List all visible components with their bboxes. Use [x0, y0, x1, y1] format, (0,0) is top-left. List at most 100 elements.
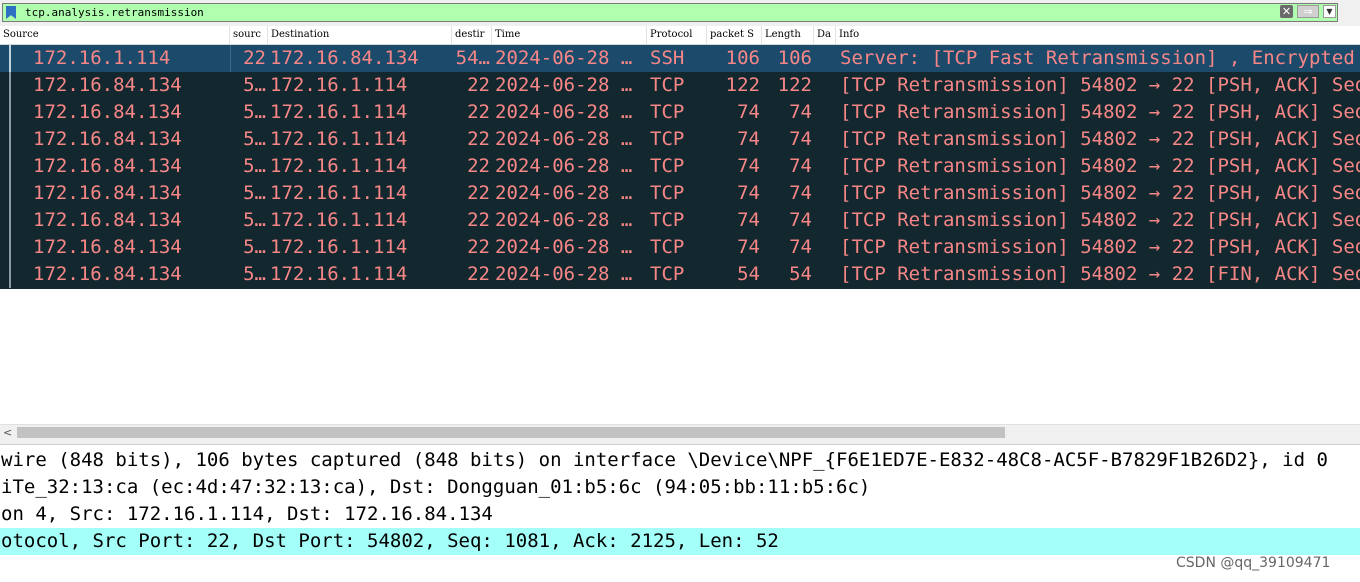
cell-source-port: 5…	[243, 263, 266, 285]
cell-destination-port: 22	[467, 74, 490, 96]
cell-length: 74	[789, 155, 812, 177]
packet-row[interactable]: 172.16.84.134 5… 172.16.1.114 22 2024-06…	[0, 153, 1360, 180]
cell-length: 74	[789, 182, 812, 204]
cell-source-port: 5…	[243, 236, 266, 258]
cell-destination-port: 22	[467, 101, 490, 123]
row-marker	[9, 234, 11, 261]
bookmark-icon[interactable]	[6, 6, 16, 19]
detail-ethernet[interactable]: iTe_32:13:ca (ec:4d:47:32:13:ca), Dst: D…	[0, 474, 1360, 501]
cell-destination: 172.16.1.114	[270, 263, 408, 285]
cell-protocol: TCP	[650, 182, 685, 204]
cell-destination-port: 22	[467, 236, 490, 258]
cell-destination: 172.16.1.114	[270, 236, 408, 258]
clear-filter-button[interactable]: ✕	[1280, 5, 1293, 18]
cell-info: [TCP Retransmission] 54802 → 22 [PSH, AC…	[840, 236, 1360, 258]
cell-length: 74	[789, 236, 812, 258]
cell-time: 2024-06-28 …	[495, 263, 633, 285]
cell-protocol: TCP	[650, 209, 685, 231]
cell-length: 54	[789, 263, 812, 285]
row-marker	[9, 126, 11, 153]
cell-packet-size: 74	[737, 209, 760, 231]
row-marker	[9, 207, 11, 234]
column-destination-port[interactable]: destir	[452, 26, 492, 44]
packet-row[interactable]: 172.16.1.114 22 172.16.84.134 54… 2024-0…	[0, 45, 1360, 72]
cell-source-port: 5…	[243, 155, 266, 177]
cell-destination: 172.16.1.114	[270, 155, 408, 177]
packet-list: 172.16.1.114 22 172.16.84.134 54… 2024-0…	[0, 45, 1360, 289]
detail-tcp[interactable]: otocol, Src Port: 22, Dst Port: 54802, S…	[0, 528, 1360, 555]
packet-row[interactable]: 172.16.84.134 5… 172.16.1.114 22 2024-06…	[0, 234, 1360, 261]
cell-time: 2024-06-28 …	[495, 74, 633, 96]
cell-source: 172.16.84.134	[33, 263, 182, 285]
cell-protocol: TCP	[650, 236, 685, 258]
detail-ip[interactable]: on 4, Src: 172.16.1.114, Dst: 172.16.84.…	[0, 501, 1360, 528]
cell-length: 74	[789, 128, 812, 150]
display-filter-toolbar: tcp.analysis.retransmission ✕ ⇒ ▼	[0, 0, 1360, 26]
cell-protocol: TCP	[650, 155, 685, 177]
cell-info: [TCP Retransmission] 54802 → 22 [PSH, AC…	[840, 209, 1360, 231]
row-marker	[9, 45, 11, 72]
row-marker	[9, 99, 11, 126]
row-marker	[9, 72, 11, 99]
packet-row[interactable]: 172.16.84.134 5… 172.16.1.114 22 2024-06…	[0, 126, 1360, 153]
column-date[interactable]: Da	[814, 26, 836, 44]
row-marker	[9, 180, 11, 207]
filter-history-dropdown[interactable]: ▼	[1323, 5, 1336, 18]
scroll-left-icon[interactable]: <	[3, 426, 12, 439]
cell-protocol: TCP	[650, 101, 685, 123]
cell-source-port: 5…	[243, 182, 266, 204]
row-marker	[9, 261, 11, 288]
cell-destination-port: 22	[467, 209, 490, 231]
cell-destination: 172.16.1.114	[270, 101, 408, 123]
cell-destination-port: 22	[467, 128, 490, 150]
cell-info: [TCP Retransmission] 54802 → 22 [PSH, AC…	[840, 128, 1360, 150]
cell-info: [TCP Retransmission] 54802 → 22 [FIN, AC…	[840, 263, 1360, 285]
cell-source-port: 5…	[243, 101, 266, 123]
cell-time: 2024-06-28 …	[495, 101, 633, 123]
packet-details-pane: wire (848 bits), 106 bytes captured (848…	[0, 445, 1360, 582]
detail-frame[interactable]: wire (848 bits), 106 bytes captured (848…	[0, 447, 1360, 474]
packet-row[interactable]: 172.16.84.134 5… 172.16.1.114 22 2024-06…	[0, 207, 1360, 234]
cell-source-port: 5…	[243, 128, 266, 150]
cell-protocol: SSH	[650, 47, 685, 69]
cell-packet-size: 74	[737, 128, 760, 150]
cell-time: 2024-06-28 …	[495, 209, 633, 231]
cell-time: 2024-06-28 …	[495, 236, 633, 258]
cell-info: [TCP Retransmission] 54802 → 22 [PSH, AC…	[840, 155, 1360, 177]
cell-packet-size: 74	[737, 155, 760, 177]
cell-destination: 172.16.84.134	[270, 47, 419, 69]
column-time[interactable]: Time	[492, 26, 647, 44]
packet-list-horizontal-scrollbar[interactable]: <	[0, 424, 1360, 440]
column-source[interactable]: Source	[0, 26, 230, 44]
cell-time: 2024-06-28 …	[495, 155, 633, 177]
cell-source: 172.16.84.134	[33, 209, 182, 231]
packet-row[interactable]: 172.16.84.134 5… 172.16.1.114 22 2024-06…	[0, 72, 1360, 99]
cell-source-port: 5…	[243, 74, 266, 96]
cell-source-port: 22	[243, 47, 266, 69]
packet-row[interactable]: 172.16.84.134 5… 172.16.1.114 22 2024-06…	[0, 99, 1360, 126]
cell-time: 2024-06-28 …	[495, 182, 633, 204]
packet-row[interactable]: 172.16.84.134 5… 172.16.1.114 22 2024-06…	[0, 180, 1360, 207]
display-filter-input[interactable]: tcp.analysis.retransmission	[2, 3, 1338, 22]
cell-info: [TCP Retransmission] 54802 → 22 [PSH, AC…	[840, 101, 1360, 123]
column-info[interactable]: Info	[836, 26, 1360, 44]
cell-length: 122	[777, 74, 812, 96]
cell-info: [TCP Retransmission] 54802 → 22 [PSH, AC…	[840, 182, 1360, 204]
cell-packet-size: 74	[737, 182, 760, 204]
packet-row[interactable]: 172.16.84.134 5… 172.16.1.114 22 2024-06…	[0, 261, 1360, 288]
cell-length: 74	[789, 209, 812, 231]
cell-source: 172.16.84.134	[33, 101, 182, 123]
column-packet-size[interactable]: packet S	[707, 26, 762, 44]
cell-protocol: TCP	[650, 74, 685, 96]
apply-filter-button[interactable]: ⇒	[1297, 5, 1319, 18]
column-length[interactable]: Length	[762, 26, 814, 44]
cell-info: [TCP Retransmission] 54802 → 22 [PSH, AC…	[840, 74, 1360, 96]
cell-packet-size: 54	[737, 263, 760, 285]
cell-source: 172.16.84.134	[33, 128, 182, 150]
column-source-port[interactable]: sourc	[230, 26, 268, 44]
column-protocol[interactable]: Protocol	[647, 26, 707, 44]
scrollbar-thumb[interactable]	[17, 427, 1005, 438]
cell-protocol: TCP	[650, 263, 685, 285]
column-destination[interactable]: Destination	[268, 26, 452, 44]
cell-destination: 172.16.1.114	[270, 182, 408, 204]
